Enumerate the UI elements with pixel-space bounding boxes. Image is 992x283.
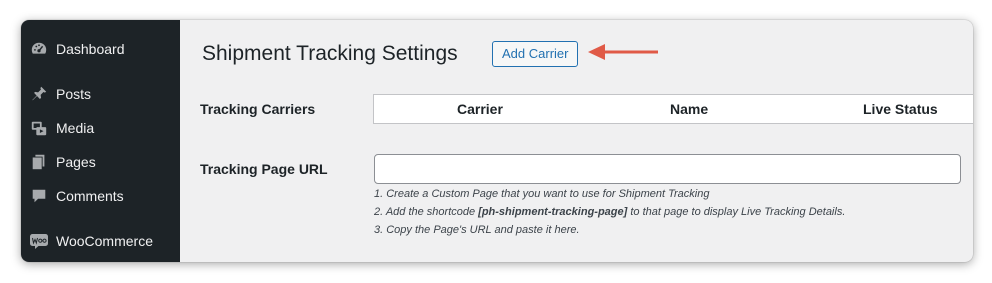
tracking-page-url-label: Tracking Page URL [200,161,328,177]
sidebar-item-pages[interactable]: Pages [21,147,180,177]
sidebar-item-comments[interactable]: Comments [21,181,180,211]
pushpin-icon [29,84,49,104]
column-header-name: Name [670,101,709,117]
sidebar-item-label: Pages [56,154,96,170]
media-icon [29,118,49,138]
sidebar-item-woocommerce[interactable]: WooCommerce [21,226,180,256]
help-text-step-2: 2. Add the shortcode [ph-shipment-tracki… [374,206,845,218]
column-header-live-status: Live Status [863,101,938,117]
sidebar-item-label: Posts [56,86,92,102]
sidebar-item-label: Dashboard [56,41,125,57]
sidebar-item-media[interactable]: Media [21,113,180,143]
tracking-page-url-input[interactable] [374,154,961,184]
help-text-step-3: 3. Copy the Page's URL and paste it here… [374,224,580,236]
carrier-table-header: Carrier Name Live Status [373,94,973,124]
pages-icon [29,152,49,172]
column-header-carrier: Carrier [457,101,503,117]
app-window: Dashboard Posts Media Pages Comments Woo… [21,20,973,262]
settings-content: Shipment Tracking Settings Add Carrier T… [180,20,973,262]
sidebar-item-label: Media [56,120,95,136]
admin-sidebar: Dashboard Posts Media Pages Comments Woo… [21,20,180,262]
page-title: Shipment Tracking Settings [202,42,458,65]
help-text-step-1: 1. Create a Custom Page that you want to… [374,188,710,200]
help-text-step-2-suffix: to that page to display Live Tracking De… [627,206,846,218]
sidebar-item-dashboard[interactable]: Dashboard [21,34,180,64]
sidebar-item-posts[interactable]: Posts [21,79,180,109]
comment-icon [29,186,49,206]
shortcode-text: [ph-shipment-tracking-page] [478,206,628,218]
tracking-carriers-label: Tracking Carriers [200,101,316,117]
sidebar-item-label: Comments [56,188,124,204]
arrow-annotation-icon [588,44,658,60]
woocommerce-icon [29,231,49,251]
sidebar-item-label: WooCommerce [56,233,153,249]
dashboard-icon [29,39,49,59]
help-text-step-2-prefix: 2. Add the shortcode [374,206,479,218]
add-carrier-button[interactable]: Add Carrier [492,41,579,67]
